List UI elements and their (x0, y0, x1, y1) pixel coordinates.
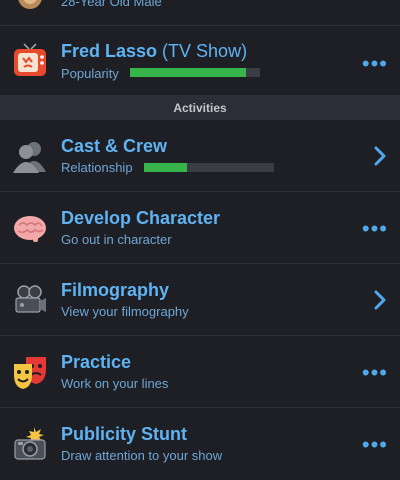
activity-subtitle: Go out in character (61, 232, 172, 247)
movie-camera-icon (12, 282, 48, 318)
activity-title: Filmography (61, 280, 170, 300)
people-icon (12, 138, 48, 174)
activity-row-cast-crew[interactable]: Cast & Crew Relationship (0, 120, 400, 192)
chevron-right-icon[interactable] (374, 146, 386, 171)
popularity-label: Popularity (61, 66, 119, 81)
activity-subtitle: View your filmography (61, 304, 189, 319)
show-title: Fred Lasso (TV Show) (61, 41, 247, 62)
tv-show-row[interactable]: Fred Lasso (TV Show) Popularity ••• (0, 26, 400, 96)
activity-subtitle: Draw attention to your show (61, 448, 223, 463)
relationship-bar-fill (144, 163, 187, 172)
section-header-activities: Activities (0, 96, 400, 120)
popularity-bar-fill (130, 68, 246, 77)
profile-subtitle: 28-Year Old Male (61, 0, 162, 9)
relationship-bar (144, 163, 274, 172)
more-options-icon[interactable]: ••• (362, 362, 388, 384)
brain-icon (12, 210, 48, 246)
more-options-icon[interactable]: ••• (362, 218, 388, 240)
profile-row[interactable]: 28-Year Old Male (0, 0, 400, 26)
activity-title: Publicity Stunt (61, 424, 187, 444)
activity-row-filmography[interactable]: Filmography View your filmography (0, 264, 400, 336)
more-options-icon[interactable]: ••• (362, 53, 388, 75)
tv-icon (12, 43, 48, 79)
popularity-bar (130, 68, 260, 77)
show-title-name: Fred Lasso (61, 41, 158, 61)
activity-row-develop-character[interactable]: Develop Character Go out in character ••… (0, 192, 400, 264)
activity-title: Cast & Crew (61, 136, 168, 156)
show-title-suffix: (TV Show) (162, 41, 248, 61)
camera-flash-icon (12, 426, 48, 462)
activity-title: Practice (61, 352, 132, 372)
activity-title: Develop Character (61, 208, 221, 228)
avatar (12, 0, 48, 16)
theater-masks-icon (12, 354, 48, 390)
relationship-label: Relationship (61, 160, 133, 175)
chevron-right-icon[interactable] (374, 290, 386, 315)
more-options-icon[interactable]: ••• (362, 434, 388, 456)
activity-row-practice[interactable]: Practice Work on your lines ••• (0, 336, 400, 408)
activity-subtitle: Work on your lines (61, 376, 169, 391)
activity-row-publicity-stunt[interactable]: Publicity Stunt Draw attention to your s… (0, 408, 400, 480)
